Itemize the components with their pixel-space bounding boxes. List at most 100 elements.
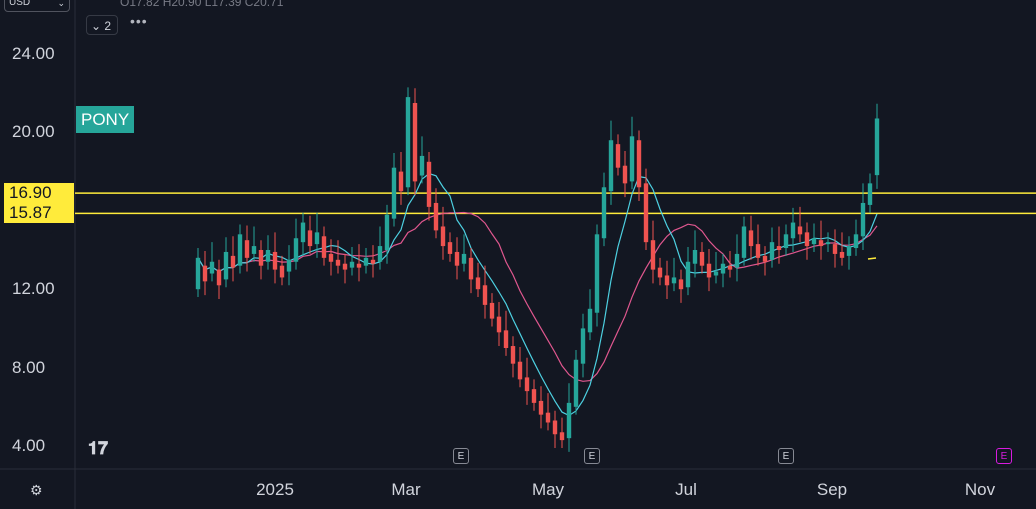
- candle-body: [671, 277, 677, 284]
- dashed-marker: [867, 257, 877, 260]
- candle-body: [622, 165, 628, 184]
- candle-body: [601, 187, 607, 239]
- candle-body: [307, 230, 313, 247]
- candle-body: [874, 118, 880, 176]
- x-tick-label: Jul: [675, 480, 697, 499]
- candle-body: [419, 155, 425, 176]
- candle-body: [587, 308, 593, 333]
- candle-body: [468, 257, 474, 280]
- indicators-toggle-button[interactable]: ⌄ 2: [86, 15, 118, 35]
- candle-body: [370, 259, 376, 264]
- candle-body: [860, 202, 866, 237]
- candle-body: [580, 328, 586, 364]
- candle-body: [489, 302, 495, 319]
- earnings-badge[interactable]: E: [584, 448, 600, 464]
- candle-body: [517, 361, 523, 380]
- top-bar: USD ⌄ O17.82 H20.90 L17.39 C20.71: [0, 0, 1036, 14]
- candle-body: [447, 242, 453, 254]
- ohlc-readout: O17.82 H20.90 L17.39 C20.71: [120, 0, 283, 9]
- upcoming-earnings-badge[interactable]: E: [996, 448, 1012, 464]
- earnings-badge[interactable]: E: [778, 448, 794, 464]
- candle-body: [475, 277, 481, 290]
- price-chart[interactable]: [0, 0, 1036, 509]
- candle-body: [538, 400, 544, 415]
- candle-body: [741, 226, 747, 258]
- candle-body: [629, 136, 635, 182]
- candle-body: [426, 161, 432, 207]
- candle-body: [272, 251, 278, 270]
- candle-body: [328, 253, 334, 262]
- x-tick-label: 2025: [256, 480, 294, 499]
- candle-body: [244, 240, 250, 258]
- candle-body: [566, 402, 572, 439]
- candle-body: [202, 265, 208, 282]
- symbol-tag: PONY: [76, 106, 135, 133]
- candle-body: [692, 250, 698, 264]
- tradingview-logo[interactable]: 𝟏𝟕: [88, 438, 108, 459]
- candle-body: [559, 432, 565, 441]
- candle-body: [594, 234, 600, 313]
- candle-body: [608, 140, 614, 192]
- moving-average-fast: [197, 172, 878, 417]
- candle-body: [391, 167, 397, 219]
- candle-body: [832, 244, 838, 254]
- candle-body: [349, 261, 355, 268]
- candle-body: [286, 259, 292, 272]
- price-level-tag-upper: 16.90: [4, 183, 74, 203]
- candle-body: [664, 275, 670, 286]
- candle-body: [713, 271, 719, 276]
- candle-body: [825, 242, 831, 245]
- candle-body: [783, 234, 789, 249]
- candle-body: [223, 251, 229, 280]
- candle-body: [251, 246, 257, 254]
- more-options-icon[interactable]: •••: [130, 13, 148, 29]
- candle-body: [440, 226, 446, 247]
- candle-body: [377, 246, 383, 262]
- candle-body: [636, 140, 642, 188]
- candle-body: [552, 420, 558, 435]
- candle-body: [195, 257, 201, 290]
- y-tick-label: 4.00: [12, 436, 46, 455]
- y-tick-label: 20.00: [12, 122, 55, 142]
- currency-select[interactable]: USD ⌄: [4, 0, 70, 12]
- candle-body: [818, 240, 824, 247]
- candle-body: [643, 183, 649, 243]
- candle-body: [503, 330, 509, 348]
- candle-body: [650, 240, 656, 270]
- candle-body: [433, 202, 439, 231]
- candle-body: [531, 389, 537, 403]
- candle-body: [300, 222, 306, 243]
- earnings-badge[interactable]: E: [453, 448, 469, 464]
- candle-body: [363, 257, 369, 266]
- candle-body: [265, 250, 271, 262]
- candle-body: [811, 238, 817, 245]
- candle-body: [657, 267, 663, 278]
- candle-body: [496, 316, 502, 333]
- candle-body: [230, 255, 236, 268]
- candle-body: [748, 230, 754, 247]
- price-level-tag-lower: 15.87: [4, 203, 74, 223]
- candle-body: [755, 244, 761, 258]
- candle-body: [720, 263, 726, 274]
- candle-body: [356, 263, 362, 268]
- candle-body: [839, 251, 845, 258]
- settings-gear-icon[interactable]: ⚙: [30, 482, 43, 499]
- candle-body: [209, 261, 215, 274]
- candle-body: [776, 246, 782, 250]
- candle-body: [769, 242, 775, 260]
- x-tick-label: May: [531, 480, 565, 499]
- moving-average-slow: [197, 211, 878, 382]
- chevron-down-icon: ⌄: [57, 0, 65, 8]
- y-tick-label: 8.00: [12, 357, 46, 377]
- indicator-count: 2: [104, 19, 112, 33]
- candle-body: [734, 253, 740, 268]
- candle-body: [853, 234, 859, 249]
- candle-body: [615, 144, 621, 168]
- candle-body: [384, 214, 390, 250]
- candle-body: [685, 261, 691, 288]
- candle-body: [405, 97, 411, 188]
- ohlc-values: O17.82 H20.90 L17.39 C20.71: [120, 0, 284, 9]
- candle-body: [216, 269, 222, 286]
- candle-body: [524, 377, 530, 392]
- candle-body: [867, 183, 873, 205]
